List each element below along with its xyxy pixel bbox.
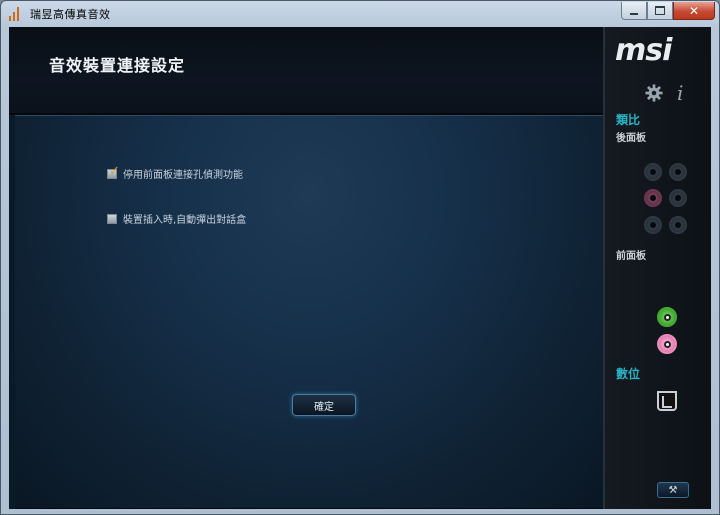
client-area: 音效裝置連接設定 ✓ 停用前面板連接孔偵測功能 裝置插入時,自動彈出對話盒 確定… <box>9 27 711 509</box>
checkbox-auto-popup-dialog[interactable] <box>107 213 117 224</box>
analog-title: 類比 <box>616 113 641 127</box>
back-panel-label: 後面板 <box>616 133 646 144</box>
back-jack-6[interactable] <box>669 216 687 234</box>
option-auto-popup-dialog[interactable]: 裝置插入時,自動彈出對話盒 <box>107 211 246 226</box>
checkmark-icon: ✓ <box>109 163 120 179</box>
wrench-button[interactable]: ⚒ <box>657 482 689 498</box>
option-label: 停用前面板連接孔偵測功能 <box>123 170 243 181</box>
msi-logo: msi <box>615 33 672 68</box>
close-icon: ✕ <box>688 3 700 18</box>
front-panel-label: 前面板 <box>616 251 646 262</box>
back-jack-2[interactable] <box>669 163 687 181</box>
minimize-icon <box>630 12 638 15</box>
minimize-button[interactable] <box>621 2 647 20</box>
ok-button[interactable]: 確定 <box>292 394 356 416</box>
digital-title: 數位 <box>616 367 641 381</box>
back-jack-1[interactable] <box>644 163 662 181</box>
header: 音效裝置連接設定 <box>9 27 603 113</box>
window-title: 瑞昱高傳真音效 <box>30 8 111 21</box>
gear-icon[interactable] <box>645 84 663 102</box>
back-jack-4[interactable] <box>669 189 687 207</box>
page-title: 音效裝置連接設定 <box>49 56 186 75</box>
info-icon[interactable]: i <box>677 81 683 105</box>
maximize-icon <box>655 6 665 15</box>
checkbox-disable-front-jack-detection[interactable]: ✓ <box>107 165 120 179</box>
front-jack-green[interactable] <box>657 307 677 327</box>
close-button[interactable]: ✕ <box>673 2 715 20</box>
speaker-app-icon <box>9 7 23 21</box>
front-jack-pink[interactable] <box>657 334 677 354</box>
option-label: 裝置插入時,自動彈出對話盒 <box>123 215 247 226</box>
settings-panel: ✓ 停用前面板連接孔偵測功能 裝置插入時,自動彈出對話盒 確定 <box>15 115 603 508</box>
app-window: 瑞昱高傳真音效 ✕ 音效裝置連接設定 ✓ 停用前面板連接孔偵測功能 裝置插入時,… <box>0 0 720 515</box>
wrench-icon: ⚒ <box>668 484 678 496</box>
back-jack-5[interactable] <box>644 216 662 234</box>
back-jack-3[interactable] <box>644 189 662 207</box>
option-disable-front-jack-detection[interactable]: ✓ 停用前面板連接孔偵測功能 <box>107 165 243 181</box>
digital-output-icon[interactable] <box>657 391 677 411</box>
side-panel: msi i 類比 後面板 前面板 數位 ⚒ <box>603 27 711 509</box>
maximize-button[interactable] <box>647 2 673 20</box>
title-bar[interactable]: 瑞昱高傳真音效 ✕ <box>1 1 719 27</box>
